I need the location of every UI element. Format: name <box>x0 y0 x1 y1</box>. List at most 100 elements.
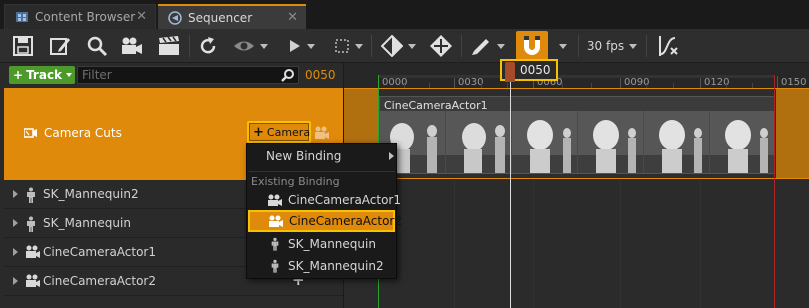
chevron-down-icon <box>496 43 505 49</box>
menu-item-new-binding[interactable]: New Binding <box>247 145 398 167</box>
chevron-down-icon <box>66 73 73 77</box>
fps-dropdown[interactable]: 30 fps <box>584 31 640 61</box>
play-options-icon <box>289 40 300 52</box>
menu-item-sk-mannequin2[interactable]: SK_Mannequin2 <box>247 255 398 277</box>
camera-cuts-icon <box>23 127 38 142</box>
add-camera-button[interactable]: + Camera <box>247 121 311 143</box>
play-options-dropdown[interactable] <box>284 31 318 61</box>
playback-end-marker[interactable] <box>774 75 775 308</box>
camera-lock-icon[interactable] <box>314 126 330 143</box>
key-icon <box>380 35 403 57</box>
tick-label: 0030 <box>458 77 484 88</box>
track-name: CineCameraActor2 <box>43 274 157 288</box>
outside-range-shade <box>776 89 809 178</box>
chevron-down-icon <box>407 43 416 49</box>
playhead[interactable]: 0050 <box>500 59 558 82</box>
tab-label: Sequencer <box>188 10 253 25</box>
camera-cuts-lane[interactable]: CineCameraActor1 <box>344 88 809 179</box>
visibility-dropdown[interactable] <box>230 31 270 61</box>
snap-magnet-icon <box>524 36 540 55</box>
camera-cut-section[interactable]: CineCameraActor1 <box>379 96 775 174</box>
menu-item-sk-mannequin[interactable]: SK_Mannequin <box>247 233 398 255</box>
thumbnail-strip <box>380 111 774 173</box>
mannequin-icon <box>270 236 280 255</box>
sequencer-toolbar: 30 fps <box>0 29 809 63</box>
camera-icon <box>122 37 142 54</box>
curve-editor-icon <box>659 36 678 56</box>
thumbnail <box>512 111 577 173</box>
snap-options-dropdown[interactable] <box>554 31 572 61</box>
refresh-icon <box>200 37 216 54</box>
menu-item-label: New Binding <box>266 149 342 163</box>
selection-dropdown[interactable] <box>330 31 366 61</box>
save-button[interactable] <box>10 31 36 61</box>
menu-item-cinecameraactor1[interactable]: CineCameraActor1 <box>247 189 401 211</box>
playback-range-bar[interactable] <box>378 75 774 78</box>
close-icon[interactable]: ✕ <box>287 10 298 25</box>
playhead-frame: 0050 <box>520 63 551 77</box>
snap-toggle[interactable] <box>516 31 548 61</box>
track-name: SK_Mannequin <box>43 216 131 230</box>
key-dropdown[interactable] <box>378 31 418 61</box>
playhead-line[interactable] <box>510 75 511 308</box>
plus-icon: + <box>13 68 24 82</box>
menu-section-header: Existing Binding <box>251 175 340 188</box>
paint-dropdown[interactable] <box>467 31 507 61</box>
save-as-icon <box>50 38 70 55</box>
chevron-down-icon <box>559 43 567 49</box>
save-as-button[interactable] <box>47 31 73 61</box>
thumbnail <box>446 111 511 173</box>
camera-button[interactable] <box>117 31 145 61</box>
cine-camera-icon <box>25 274 41 291</box>
playhead-handle-icon[interactable] <box>505 62 515 82</box>
add-track-label: Track <box>26 68 63 82</box>
close-icon[interactable]: ✕ <box>136 9 147 24</box>
expand-arrow-icon[interactable] <box>13 219 18 227</box>
filter-input[interactable]: Filter <box>77 66 299 84</box>
refresh-button[interactable] <box>196 31 220 61</box>
current-frame-readout: 0050 <box>305 68 336 82</box>
sequencer-icon <box>168 10 182 25</box>
snap-key-button[interactable] <box>428 31 454 61</box>
plus-icon: + <box>253 124 264 140</box>
chevron-down-icon <box>306 43 315 49</box>
chevron-down-icon <box>629 43 638 49</box>
paint-icon <box>471 39 489 55</box>
chevron-down-icon <box>259 43 268 49</box>
camera-cuts-label: Camera Cuts <box>44 126 122 140</box>
toolbar-separator <box>578 35 579 57</box>
cine-camera-icon <box>267 194 283 210</box>
curve-editor-button[interactable] <box>655 31 683 61</box>
menu-item-cinecameraactor2[interactable]: CineCameraActor2 <box>248 210 402 232</box>
filter-row: + Track Filter 0050 <box>0 63 343 87</box>
expand-arrow-icon[interactable] <box>13 277 18 285</box>
folder-grid-icon <box>15 10 29 24</box>
mannequin-icon <box>270 258 280 277</box>
clapper-button[interactable] <box>155 31 183 61</box>
chevron-down-icon <box>354 43 363 49</box>
clapper-icon <box>159 36 179 55</box>
section-name: CineCameraActor1 <box>384 99 488 112</box>
search-icon <box>281 68 295 86</box>
add-track-button[interactable]: + Track <box>9 66 75 84</box>
tab-sequencer[interactable]: Sequencer ✕ <box>158 4 306 29</box>
expand-arrow-icon[interactable] <box>13 190 18 198</box>
grid-line <box>620 180 621 308</box>
mannequin-icon <box>25 216 37 235</box>
lower-track-lanes[interactable] <box>344 180 809 308</box>
toolbar-separator <box>371 35 372 57</box>
filter-placeholder: Filter <box>82 68 112 82</box>
thumbnail <box>578 111 643 173</box>
tab-label: Content Browser <box>35 10 136 24</box>
cine-camera-icon <box>25 245 41 262</box>
find-button[interactable] <box>84 31 110 61</box>
menu-item-label: SK_Mannequin2 <box>288 259 384 273</box>
grid-line <box>533 180 534 308</box>
timeline-area[interactable]: 0000 0030 0060 0090 0120 0150 CineCamera… <box>343 59 809 308</box>
grid-line <box>700 180 701 308</box>
toolbar-separator <box>646 35 647 57</box>
grid-line <box>454 180 455 308</box>
toolbar-separator <box>461 35 462 57</box>
tab-content-browser[interactable]: Content Browser ✕ <box>4 4 156 29</box>
expand-arrow-icon[interactable] <box>13 248 18 256</box>
